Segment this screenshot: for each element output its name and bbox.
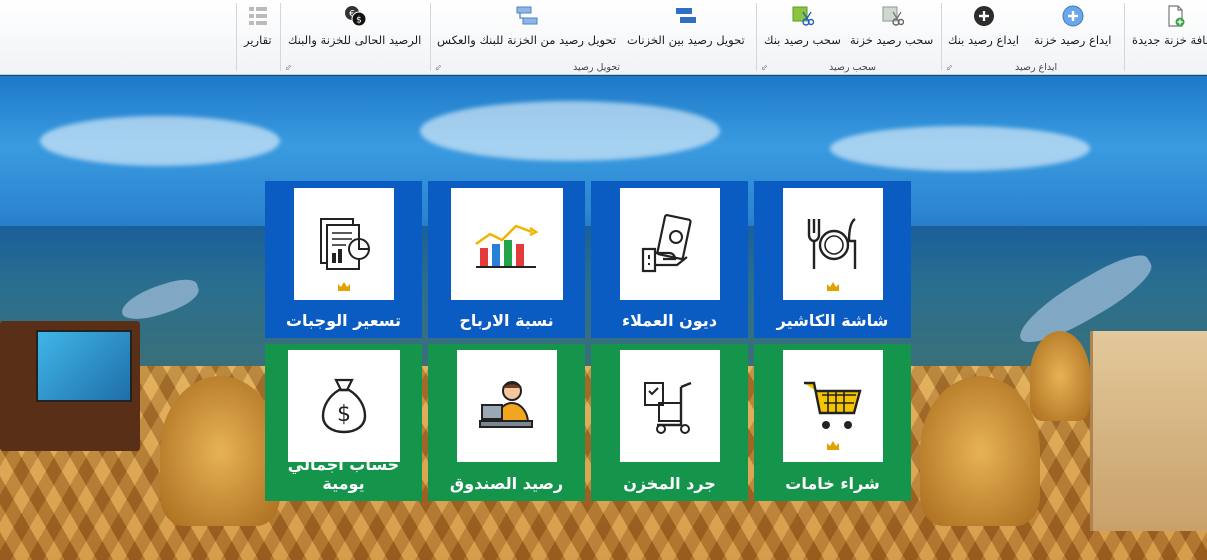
deposit-treasury-button[interactable]: ايداع رصيد خزنة: [1034, 4, 1111, 50]
ribbon-separator: [1124, 3, 1125, 71]
tile-label: رصيد الصندوق: [449, 474, 564, 493]
balance-group-launcher-icon[interactable]: ⬃: [285, 63, 292, 72]
current-balance-label: الرصيد الحالى للخزنة والبنك: [288, 33, 422, 47]
transfer-between-treasuries-button[interactable]: تحويل رصيد بين الخزنات: [627, 4, 745, 50]
tile-cashbox-balance[interactable]: رصيد الصندوق: [428, 344, 585, 501]
tile-daily-total[interactable]: $ حساب اجمالي يومية: [265, 344, 422, 501]
deposit-bank-label: ايداع رصيد بنك: [948, 33, 1019, 47]
profit-chart-icon: [474, 224, 538, 268]
svg-text:$: $: [337, 402, 351, 427]
ribbon-separator: [430, 3, 431, 71]
ribbon-separator: [756, 3, 757, 71]
tile-label: جرد المخزن: [623, 474, 716, 493]
tile-customer-debts[interactable]: ديون العملاء: [591, 181, 748, 338]
tile-card: [619, 188, 720, 300]
cutlery-plate-icon: [807, 218, 856, 269]
ribbon-toolbar: اضافة خزنة جديدة ايداع رصيد خزنة ايداع ر…: [0, 0, 1207, 75]
new-document-icon: [1168, 5, 1185, 27]
tile-meal-pricing[interactable]: تسعير الوجبات: [265, 181, 422, 338]
deposit-group-label: ايداع رصيد: [1015, 62, 1058, 73]
premium-crown-icon: [826, 282, 839, 291]
tile-label: حساب اجمالي يومية: [287, 455, 400, 493]
withdraw-bank-scissors-icon: [792, 6, 815, 26]
deposit-group-launcher-icon[interactable]: ⬃: [946, 63, 953, 72]
tile-warehouse-inventory[interactable]: جرد المخزن: [591, 344, 748, 501]
ribbon-separator: [941, 3, 942, 71]
withdraw-bank-button[interactable]: سحب رصيد بنك: [764, 4, 841, 50]
svg-text:$: $: [356, 16, 362, 26]
add-treasury-label: اضافة خزنة جديدة: [1132, 33, 1207, 47]
tile-label: شاشة الكاشير: [776, 311, 889, 330]
current-balance-button[interactable]: € $ الرصيد الحالى للخزنة والبنك: [288, 4, 421, 50]
tile-label: نسبة الارباح: [459, 311, 554, 330]
reports-button[interactable]: تقارير: [244, 4, 272, 50]
add-treasury-button[interactable]: اضافة خزنة جديدة: [1132, 4, 1207, 50]
cashier-icon: [478, 381, 533, 428]
coins-icon: € $: [344, 6, 367, 27]
tile-card: $: [287, 350, 400, 462]
tile-profit-ratio[interactable]: نسبة الارباح: [428, 181, 585, 338]
transfer-treasury-bank-button[interactable]: تحويل رصيد من الخزنة للبنك والعكس: [437, 4, 616, 50]
plus-circle-dark-icon: [973, 6, 994, 26]
transfer-group-launcher-icon[interactable]: ⬃: [435, 63, 442, 72]
tile-label: شراء خامات: [785, 474, 880, 493]
withdraw-group-label: سحب رصيد: [829, 62, 876, 73]
reports-label: تقارير: [244, 33, 272, 47]
tile-card: [619, 350, 720, 462]
tile-label: ديون العملاء: [621, 311, 718, 330]
shopping-cart-icon: [803, 381, 862, 429]
list-lines-icon: [248, 7, 267, 25]
tile-buy-materials[interactable]: شراء خامات: [754, 344, 911, 501]
premium-crown-icon: [337, 282, 350, 291]
withdraw-treasury-button[interactable]: سحب رصيد خزنة: [850, 4, 933, 50]
tile-card: [450, 188, 563, 300]
plus-circle-icon: [1062, 5, 1084, 27]
cash-hand-icon: [641, 214, 692, 273]
withdraw-bank-label: سحب رصيد بنك: [764, 33, 841, 47]
money-bag-icon: $: [321, 378, 366, 434]
premium-crown-icon: [826, 441, 839, 450]
tile-card: [456, 350, 557, 462]
deposit-bank-button[interactable]: ايداع رصيد بنك: [948, 4, 1019, 50]
ribbon-separator: [280, 3, 281, 71]
transfer-bank-label: تحويل رصيد من الخزنة للبنك والعكس: [437, 33, 617, 47]
tile-label: تسعير الوجبات: [285, 311, 402, 330]
deposit-treasury-label: ايداع رصيد خزنة: [1034, 33, 1112, 47]
withdraw-scissors-icon: [882, 6, 904, 26]
transfer-between-label: تحويل رصيد بين الخزنات: [627, 33, 745, 47]
transfer-stack-icon: [675, 8, 696, 23]
withdraw-treasury-label: سحب رصيد خزنة: [850, 33, 934, 47]
ribbon-separator: [236, 3, 237, 71]
transfer-arrows-icon: [516, 6, 538, 25]
withdraw-group-launcher-icon[interactable]: ⬃: [761, 63, 768, 72]
transfer-group-label: تحويل رصيد: [573, 62, 621, 73]
tile-cashier-screen[interactable]: شاشة الكاشير: [754, 181, 911, 338]
hand-truck-icon: [643, 381, 691, 434]
report-docs-icon: [319, 218, 370, 270]
